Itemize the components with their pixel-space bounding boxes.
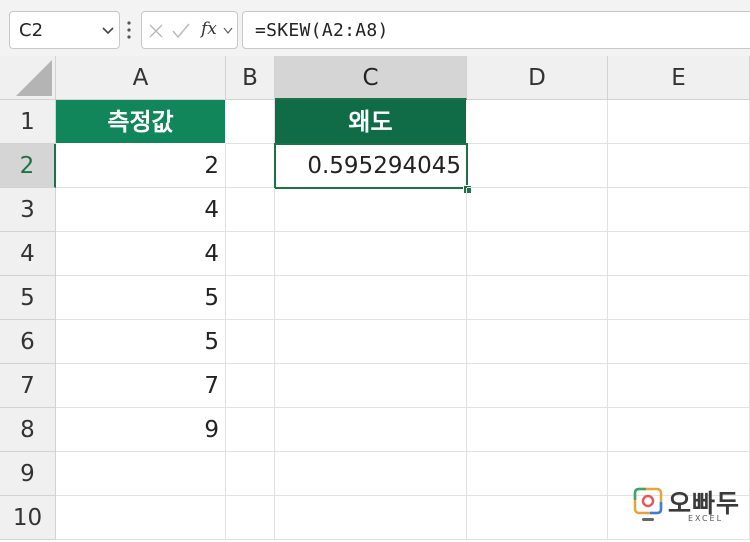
- cell-e5[interactable]: [608, 276, 750, 320]
- cell-e1[interactable]: [608, 100, 750, 144]
- cell-c4[interactable]: [275, 232, 467, 276]
- cell-c3[interactable]: [275, 188, 467, 232]
- cell-e4[interactable]: [608, 232, 750, 276]
- cell-a9[interactable]: [56, 452, 226, 496]
- cell-c8[interactable]: [275, 408, 467, 452]
- column-header-e[interactable]: E: [608, 56, 750, 100]
- cell-c2[interactable]: 0.595294045: [274, 143, 468, 189]
- cell-c9[interactable]: [275, 452, 467, 496]
- cell-e7[interactable]: [608, 364, 750, 408]
- cell-d4[interactable]: [467, 232, 608, 276]
- row-header-8[interactable]: 8: [0, 408, 56, 452]
- formula-controls: fx: [141, 11, 238, 49]
- name-box[interactable]: C2: [9, 11, 120, 49]
- cell-d6[interactable]: [467, 320, 608, 364]
- row-header-5[interactable]: 5: [0, 276, 56, 320]
- cell-a7[interactable]: 7: [56, 364, 226, 408]
- select-all-button[interactable]: [0, 56, 56, 100]
- cell-c10[interactable]: [275, 496, 467, 540]
- row-header-1[interactable]: 1: [0, 100, 56, 144]
- cell-c5[interactable]: [275, 276, 467, 320]
- cell-a5[interactable]: 5: [56, 276, 226, 320]
- cell-a6[interactable]: 5: [56, 320, 226, 364]
- row-header-10[interactable]: 10: [0, 496, 56, 540]
- column-header-b[interactable]: B: [226, 56, 275, 100]
- row-header-7[interactable]: 7: [0, 364, 56, 408]
- chevron-down-icon[interactable]: [102, 26, 114, 36]
- cell-b8[interactable]: [226, 408, 275, 452]
- cell-d1[interactable]: [467, 100, 608, 144]
- cell-a10[interactable]: [56, 496, 226, 540]
- logo-subtext: EXCEL: [688, 514, 724, 523]
- cell-b9[interactable]: [226, 452, 275, 496]
- cell-a8[interactable]: 9: [56, 408, 226, 452]
- formula-text: =SKEW(A2:A8): [255, 20, 389, 41]
- cell-b6[interactable]: [226, 320, 275, 364]
- formula-input[interactable]: =SKEW(A2:A8): [242, 11, 750, 49]
- cell-d10[interactable]: [467, 496, 608, 540]
- cell-e8[interactable]: [608, 408, 750, 452]
- watermark-logo: 오빠두 EXCEL: [630, 482, 740, 530]
- cell-a3[interactable]: 4: [56, 188, 226, 232]
- row-header-9[interactable]: 9: [0, 452, 56, 496]
- cell-d7[interactable]: [467, 364, 608, 408]
- cell-d3[interactable]: [467, 188, 608, 232]
- chevron-down-icon[interactable]: [223, 27, 233, 35]
- cell-b2[interactable]: [226, 144, 275, 188]
- cell-c6[interactable]: [275, 320, 467, 364]
- cancel-icon[interactable]: [149, 24, 163, 38]
- logo-monitor-icon: [633, 487, 663, 521]
- cell-e3[interactable]: [608, 188, 750, 232]
- cell-b10[interactable]: [226, 496, 275, 540]
- cell-e2[interactable]: [608, 144, 750, 188]
- cell-a1[interactable]: 측정값: [56, 100, 226, 144]
- cell-d2[interactable]: [467, 144, 608, 188]
- column-header-d[interactable]: D: [467, 56, 608, 100]
- more-options-icon[interactable]: [126, 19, 132, 43]
- cell-a4[interactable]: 4: [56, 232, 226, 276]
- row-header-6[interactable]: 6: [0, 320, 56, 364]
- column-header-c[interactable]: C: [275, 56, 467, 100]
- cell-c1[interactable]: 왜도: [275, 100, 467, 144]
- cell-a2[interactable]: 2: [56, 144, 226, 188]
- row-header-3[interactable]: 3: [0, 188, 56, 232]
- cell-b3[interactable]: [226, 188, 275, 232]
- enter-check-icon[interactable]: [172, 23, 190, 39]
- cell-d9[interactable]: [467, 452, 608, 496]
- row-header-2[interactable]: 2: [0, 144, 56, 188]
- row-header-4[interactable]: 4: [0, 232, 56, 276]
- select-all-triangle-icon: [16, 60, 52, 96]
- name-box-value: C2: [19, 20, 44, 41]
- cell-b7[interactable]: [226, 364, 275, 408]
- cell-e6[interactable]: [608, 320, 750, 364]
- formula-bar: C2 fx =SKEW(A2:A8): [0, 0, 750, 62]
- cell-d5[interactable]: [467, 276, 608, 320]
- cell-b1[interactable]: [226, 100, 275, 144]
- spreadsheet-grid: A B C D E 1 2 3 4 5 6 7 8 9 10 측정값 왜도 2 …: [0, 56, 750, 542]
- cell-d8[interactable]: [467, 408, 608, 452]
- cell-b4[interactable]: [226, 232, 275, 276]
- column-header-a[interactable]: A: [56, 56, 226, 100]
- cell-c7[interactable]: [275, 364, 467, 408]
- insert-function-button[interactable]: fx: [201, 19, 217, 39]
- cell-b5[interactable]: [226, 276, 275, 320]
